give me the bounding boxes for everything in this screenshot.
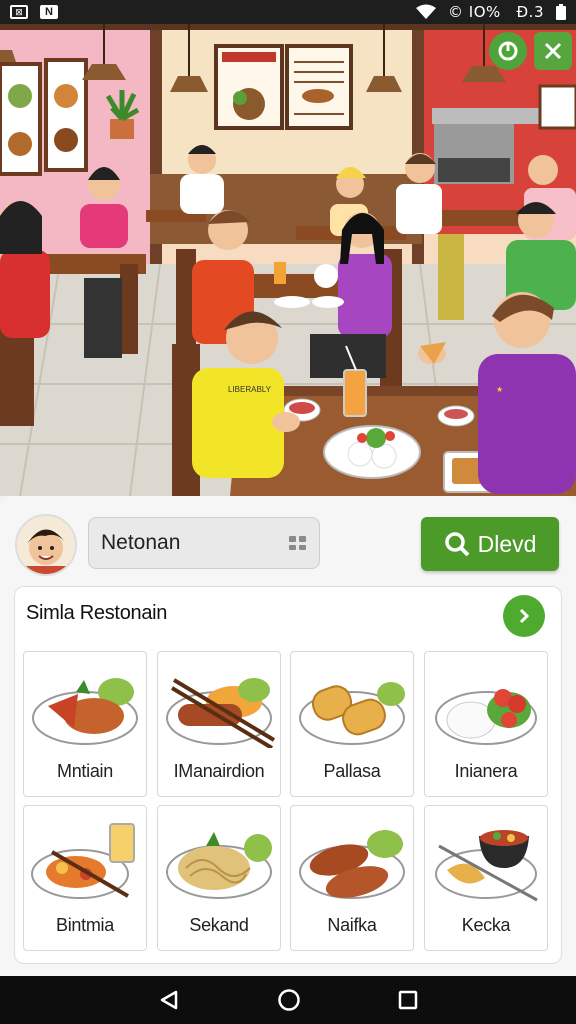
section-more-button[interactable] xyxy=(503,595,545,637)
grilled-meat-icon xyxy=(32,678,138,745)
search-icon xyxy=(444,532,470,557)
shirt-logo-text: ★ xyxy=(496,385,503,394)
dish-label: Inianera xyxy=(454,761,518,781)
search-button[interactable]: Dlevd xyxy=(421,517,559,571)
dish-tile[interactable]: Bintmia xyxy=(23,805,147,951)
avatar[interactable] xyxy=(15,514,77,576)
wifi-icon xyxy=(416,4,436,19)
chevron-right-icon xyxy=(519,608,530,624)
dish-label: Kecka xyxy=(461,915,511,935)
grid-icon[interactable] xyxy=(289,536,307,550)
gallery-icon: ⊠ xyxy=(10,5,28,19)
refresh-button[interactable] xyxy=(489,32,527,70)
dish-label: Sekand xyxy=(189,915,249,935)
dish-tile[interactable]: Mntiain xyxy=(23,651,147,797)
close-icon xyxy=(544,42,562,60)
section-title: Simla Restonain xyxy=(26,602,168,624)
stirfry-drink-icon xyxy=(31,823,135,899)
search-value: Netonan xyxy=(101,531,181,554)
n-icon: N xyxy=(40,5,58,19)
dish-label: Mntiain xyxy=(57,761,113,781)
dish-label: Pallasa xyxy=(323,761,381,781)
dish-tile[interactable]: Sekand xyxy=(157,805,281,951)
dish-label: Naifka xyxy=(327,915,377,935)
rice-salad-icon xyxy=(435,689,537,745)
dish-tile[interactable]: Pallasa xyxy=(290,651,414,797)
dish-label: IManairdion xyxy=(173,761,265,781)
restaurant-illustration: LIBERABLY ★ xyxy=(0,24,576,496)
back-icon[interactable] xyxy=(158,989,180,1011)
dish-tile[interactable]: IManairdion xyxy=(157,651,281,797)
search-input[interactable]: Netonan xyxy=(88,517,320,569)
battery-icon xyxy=(556,4,566,20)
navigation-bar xyxy=(0,976,576,1024)
status-text: © IO% Ð.3 xyxy=(448,3,544,21)
chicken-leg-icon xyxy=(299,830,405,899)
sausage-rice-icon xyxy=(166,678,276,748)
refresh-icon xyxy=(498,41,518,61)
close-button[interactable] xyxy=(534,32,572,70)
curry-bowl-icon xyxy=(435,830,538,902)
dish-tile[interactable]: Kecka xyxy=(424,805,548,951)
shirt-text: LIBERABLY xyxy=(228,385,272,394)
dish-tile[interactable]: Naifka xyxy=(290,805,414,951)
dish-label: Bintmia xyxy=(56,915,114,935)
spring-roll-icon xyxy=(299,682,405,745)
dish-tile[interactable]: Inianera xyxy=(424,651,548,797)
home-icon[interactable] xyxy=(277,988,301,1012)
status-bar: ⊠ N © IO% Ð.3 xyxy=(0,0,576,24)
noodles-icon xyxy=(166,832,272,899)
recents-icon[interactable] xyxy=(398,990,418,1010)
search-button-label: Dlevd xyxy=(477,530,537,557)
